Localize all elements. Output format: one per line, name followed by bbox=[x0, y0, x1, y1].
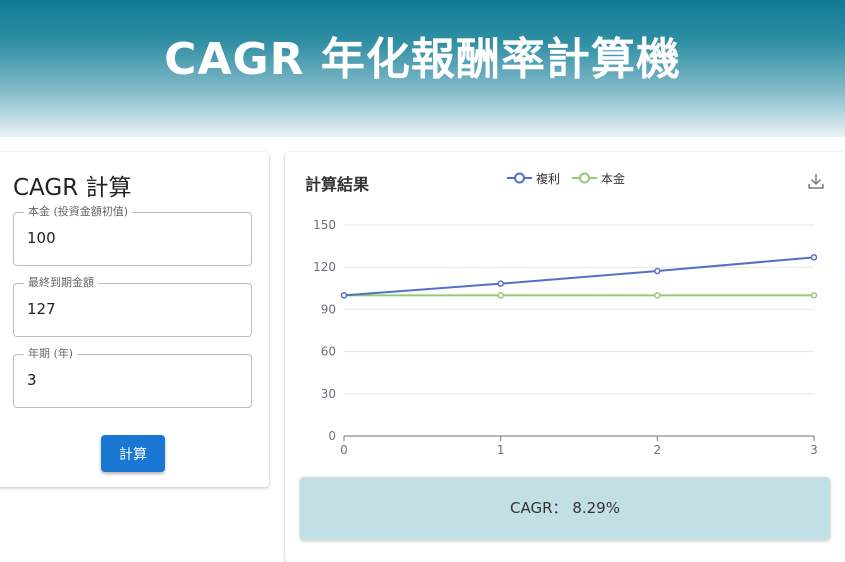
y-tick-label: 120 bbox=[313, 260, 336, 274]
y-tick-label: 60 bbox=[321, 345, 336, 359]
data-point-principal bbox=[810, 292, 818, 299]
principal-label: 本金 (投資金額初值) bbox=[24, 205, 133, 219]
x-tick-label: 3 bbox=[810, 443, 818, 457]
form-title: CAGR 計算 bbox=[13, 175, 132, 201]
final-amount-field[interactable]: 最終到期金額 bbox=[13, 276, 252, 337]
legend-label-compound: 複利 bbox=[536, 172, 561, 186]
legend-principal-icon bbox=[572, 172, 597, 184]
cagr-form-card: CAGR 計算 本金 (投資金額初值) 最終到期金額 年期 (年) 計算 bbox=[0, 152, 269, 487]
principal-input[interactable] bbox=[27, 229, 227, 247]
y-tick-label: 90 bbox=[321, 302, 336, 316]
series-line-compound bbox=[343, 256, 815, 297]
x-tick-label: 2 bbox=[654, 443, 662, 457]
x-tick-label: 0 bbox=[340, 443, 348, 457]
data-point-compound bbox=[340, 292, 348, 299]
download-icon[interactable] bbox=[807, 172, 825, 190]
principal-field[interactable]: 本金 (投資金額初值) bbox=[13, 205, 252, 266]
data-point-principal bbox=[497, 292, 504, 299]
data-point-compound bbox=[810, 254, 818, 261]
page-title: CAGR 年化報酬率計算機 bbox=[164, 34, 681, 85]
y-tick-label: 150 bbox=[313, 218, 336, 232]
y-tick-label: 0 bbox=[328, 429, 336, 443]
y-tick-label: 30 bbox=[321, 387, 336, 401]
years-field[interactable]: 年期 (年) bbox=[13, 347, 252, 408]
years-input[interactable] bbox=[27, 371, 227, 389]
cagr-value: 8.29% bbox=[572, 499, 620, 517]
line-chart: 0 30 60 90 120 150 0 1 2 3 bbox=[313, 218, 818, 457]
final-amount-input[interactable] bbox=[27, 300, 227, 318]
calculate-button[interactable]: 計算 bbox=[101, 435, 165, 472]
legend-label-principal: 本金 bbox=[601, 172, 626, 186]
result-title: 計算結果 bbox=[305, 175, 370, 194]
data-point-compound bbox=[497, 280, 504, 287]
cagr-label: CAGR： bbox=[510, 499, 568, 517]
legend-compound-icon bbox=[507, 172, 532, 184]
cagr-result-box: CAGR： 8.29% bbox=[300, 477, 830, 540]
data-point-compound bbox=[654, 267, 661, 275]
page-header: CAGR 年化報酬率計算機 bbox=[0, 0, 845, 137]
x-tick-label: 1 bbox=[497, 443, 505, 457]
years-label: 年期 (年) bbox=[24, 347, 78, 361]
data-point-principal bbox=[654, 292, 661, 299]
final-amount-label: 最終到期金額 bbox=[24, 276, 98, 290]
